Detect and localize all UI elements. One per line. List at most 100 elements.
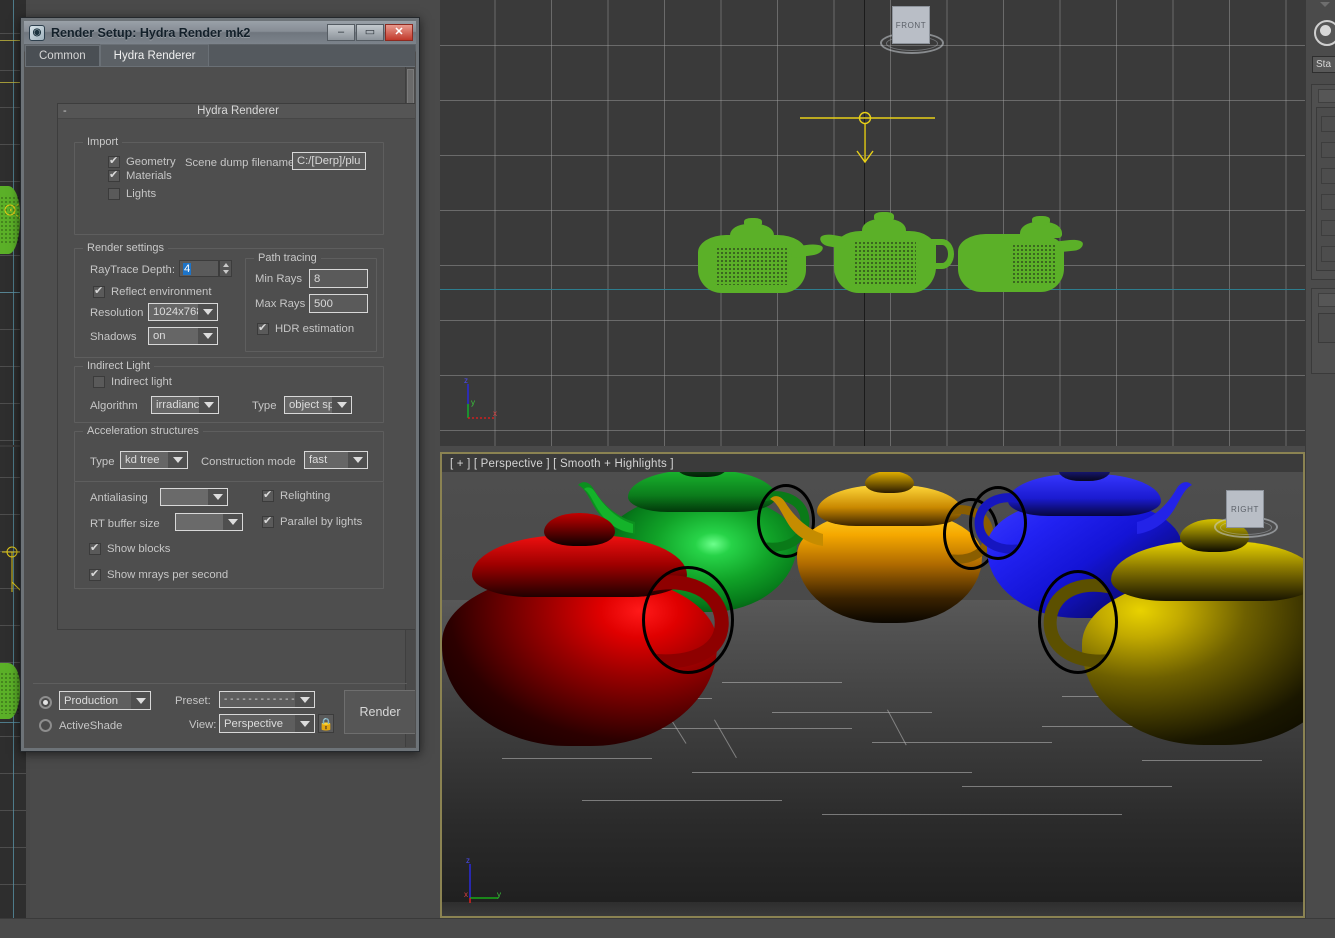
- preset-dropdown[interactable]: - - - - - - - - - - - - - - - - - -: [219, 691, 315, 708]
- shadows-dropdown[interactable]: on: [148, 327, 218, 345]
- chevron-down-icon[interactable]: [198, 304, 217, 320]
- checkbox-indirect-light-label: Indirect light: [111, 376, 172, 388]
- command-panel-rollout-2[interactable]: −: [1311, 288, 1335, 374]
- rt-buffer-size-dropdown[interactable]: [175, 513, 243, 531]
- view-cube-face-label[interactable]: FRONT: [892, 6, 930, 44]
- path-tracing-group-title: Path tracing: [254, 252, 321, 264]
- viewport-perspective-label: [ + ] [ Perspective ] [ Smooth + Highlig…: [450, 458, 674, 470]
- chevron-down-icon[interactable]: [348, 452, 367, 468]
- wireframe-teapot-1[interactable]: [698, 215, 823, 293]
- chevron-down-icon[interactable]: [208, 489, 227, 505]
- hydra-renderer-rollout-header[interactable]: - Hydra Renderer: [58, 104, 415, 119]
- chevron-down-icon[interactable]: [295, 692, 314, 707]
- render-setup-dialog[interactable]: ◉ Render Setup: Hydra Render mk2 – ▭ ✕ C…: [20, 17, 420, 752]
- view-cube-front[interactable]: FRONT: [878, 2, 948, 64]
- min-rays-input[interactable]: 8: [309, 269, 368, 288]
- view-dropdown[interactable]: Perspective: [219, 714, 315, 733]
- checkbox-show-mrays-box[interactable]: [89, 569, 101, 581]
- raytrace-depth-input[interactable]: 4: [179, 260, 219, 277]
- chevron-down-icon[interactable]: [131, 692, 150, 709]
- rendered-teapot-yellow[interactable]: [1082, 530, 1303, 745]
- checkbox-lights[interactable]: Lights: [108, 188, 156, 200]
- radio-production[interactable]: [39, 696, 52, 709]
- scene-dump-filename-input[interactable]: C:/[Derp]/plu: [292, 152, 366, 170]
- production-mode-dropdown[interactable]: Production: [59, 691, 151, 710]
- scene-bottom-strip: [442, 902, 1303, 916]
- dialog-body: - Hydra Renderer Import Geometry Materia…: [25, 67, 415, 747]
- checkbox-materials[interactable]: Materials: [108, 170, 172, 182]
- checkbox-show-blocks[interactable]: Show blocks: [89, 543, 170, 555]
- chevron-down-icon[interactable]: [332, 397, 351, 413]
- rendered-teapot-red[interactable]: [442, 524, 717, 746]
- viewport-left-axis-vertical: [13, 0, 14, 920]
- minimize-button[interactable]: –: [327, 24, 355, 41]
- command-panel[interactable]: Sta − −: [1305, 0, 1335, 938]
- checkbox-lights-box[interactable]: [108, 188, 120, 200]
- checkbox-show-mrays[interactable]: Show mrays per second: [89, 569, 228, 581]
- checkbox-parallel-by-lights-box[interactable]: [262, 516, 274, 528]
- checkbox-reflect-environment-label: Reflect environment: [111, 286, 211, 298]
- chevron-down-icon[interactable]: [295, 715, 314, 732]
- shadows-value: on: [153, 330, 166, 342]
- checkbox-relighting-box[interactable]: [262, 490, 274, 502]
- command-panel-rollout-2-header[interactable]: −: [1318, 293, 1335, 307]
- antialiasing-dropdown[interactable]: [160, 488, 228, 506]
- checkbox-geometry-box[interactable]: [108, 156, 120, 168]
- construction-mode-dropdown[interactable]: fast: [304, 451, 368, 469]
- command-panel-name-field[interactable]: Sta: [1312, 56, 1335, 73]
- checkbox-parallel-by-lights[interactable]: Parallel by lights: [262, 516, 362, 528]
- command-panel-rollout-1-header[interactable]: −: [1318, 89, 1335, 103]
- checkbox-hdr-estimation[interactable]: HDR estimation: [257, 323, 354, 335]
- wireframe-teapot-3[interactable]: [958, 212, 1083, 292]
- chevron-down-icon[interactable]: [223, 514, 242, 530]
- construction-mode-label: Construction mode: [201, 456, 296, 468]
- checkbox-hdr-estimation-box[interactable]: [257, 323, 269, 335]
- checkbox-indirect-light-box[interactable]: [93, 376, 105, 388]
- panel-divider-mid[interactable]: [430, 0, 440, 938]
- activeshade-label: ActiveShade: [59, 720, 122, 732]
- tab-hydra-renderer[interactable]: Hydra Renderer: [100, 44, 210, 66]
- checkbox-reflect-environment[interactable]: Reflect environment: [93, 286, 211, 298]
- indirect-type-dropdown[interactable]: object spa: [284, 396, 352, 414]
- raytrace-depth-spinner-down[interactable]: [220, 269, 231, 277]
- maximize-button[interactable]: ▭: [356, 24, 384, 41]
- chevron-down-icon[interactable]: [199, 397, 218, 413]
- max-rays-input[interactable]: 500: [309, 294, 368, 313]
- checkbox-relighting[interactable]: Relighting: [262, 490, 330, 502]
- render-preview-sphere-icon[interactable]: [1314, 20, 1335, 46]
- acceleration-type-dropdown[interactable]: kd tree: [120, 451, 188, 469]
- lock-icon: 🔒: [319, 718, 334, 730]
- rollout-collapse-icon[interactable]: -: [63, 104, 67, 118]
- viewport-front-wireframe[interactable]: FRONT z y x: [440, 0, 1305, 446]
- close-button[interactable]: ✕: [385, 24, 413, 41]
- checkbox-materials-box[interactable]: [108, 170, 120, 182]
- checkbox-geometry[interactable]: Geometry: [108, 156, 176, 168]
- rendered-teapot-orange[interactable]: [797, 478, 982, 623]
- wireframe-teapot-2[interactable]: [820, 205, 955, 293]
- radio-activeshade[interactable]: [39, 719, 52, 732]
- raytrace-depth-spinner[interactable]: [219, 260, 232, 277]
- axis-label-x: x: [493, 409, 497, 418]
- command-panel-scroll-up-icon[interactable]: [1320, 2, 1330, 7]
- command-panel-rollout-1[interactable]: −: [1311, 84, 1335, 280]
- raytrace-depth-spinner-up[interactable]: [220, 261, 231, 269]
- chevron-down-icon[interactable]: [168, 452, 187, 468]
- resolution-dropdown[interactable]: 1024x768: [148, 303, 218, 321]
- checkbox-reflect-environment-box[interactable]: [93, 286, 105, 298]
- view-cube-right[interactable]: RIGHT: [1212, 486, 1282, 548]
- dialog-tabs: Common Hydra Renderer: [25, 45, 415, 67]
- tab-common[interactable]: Common: [25, 45, 100, 66]
- algorithm-label: Algorithm: [90, 400, 138, 412]
- render-button[interactable]: Render: [344, 690, 415, 734]
- direct-light-gizmo[interactable]: [790, 105, 950, 170]
- hydra-renderer-rollout: - Hydra Renderer Import Geometry Materia…: [57, 103, 415, 630]
- checkbox-indirect-light[interactable]: Indirect light: [93, 376, 172, 388]
- preset-label: Preset:: [175, 695, 211, 707]
- view-lock-button[interactable]: 🔒: [318, 714, 334, 733]
- dialog-titlebar[interactable]: ◉ Render Setup: Hydra Render mk2 – ▭ ✕: [24, 21, 416, 44]
- viewport-perspective-render[interactable]: [ + ] [ Perspective ] [ Smooth + Highlig…: [440, 452, 1305, 918]
- chevron-down-icon[interactable]: [198, 328, 217, 344]
- view-cube-face-label-2[interactable]: RIGHT: [1226, 490, 1264, 528]
- checkbox-show-blocks-box[interactable]: [89, 543, 101, 555]
- algorithm-dropdown[interactable]: irradiance: [151, 396, 219, 414]
